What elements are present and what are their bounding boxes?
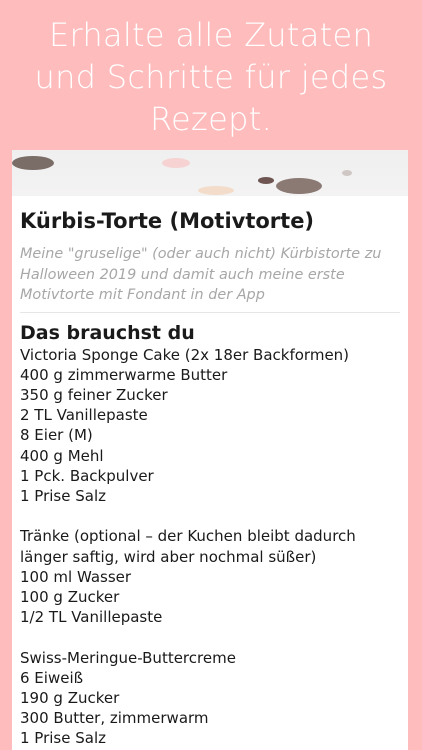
ingredient-line: Swiss-Meringue-Buttercreme	[20, 648, 236, 667]
promo-headline-line-3: Rezept.	[149, 100, 273, 138]
recipe-content: Kürbis-Torte (Motivtorte) Meine "gruseli…	[12, 206, 408, 749]
ingredient-line: 300 Butter, zimmerwarm	[20, 709, 209, 728]
ingredient-spacer	[20, 506, 400, 526]
ingredient-spacer	[20, 627, 400, 647]
recipe-hero-image	[12, 150, 408, 196]
ingredients-heading: Das brauchst du	[20, 321, 195, 344]
hero-decoration-dot	[258, 177, 274, 184]
divider	[20, 311, 400, 313]
promo-headline-line-2: und Schritte für jedes	[34, 58, 388, 96]
hero-decoration-sprinkle	[198, 186, 234, 195]
description-line: Meine "gruselige" (oder auch nicht) Kürb…	[20, 246, 382, 262]
ingredient-line: 400 g zimmerwarme Butter	[20, 365, 228, 384]
promo-headline-line-1: Erhalte alle Zutaten	[48, 16, 374, 54]
hero-decoration-sprinkle	[162, 158, 190, 168]
ingredient-line: 1 Pck. Backpulver	[20, 466, 154, 485]
ingredient-line: 1 Prise Salz	[20, 486, 106, 505]
ingredient-line: 350 g feiner Zucker	[20, 385, 168, 404]
ingredient-line: 190 g Zucker	[20, 688, 120, 707]
recipe-title: Kürbis-Torte (Motivtorte)	[20, 209, 315, 233]
recipe-card[interactable]: Kürbis-Torte (Motivtorte) Meine "gruseli…	[12, 150, 408, 750]
ingredient-line: 100 g Zucker	[20, 587, 120, 606]
ingredient-line: 1 Prise Salz	[20, 729, 106, 748]
description-line: Motivtorte mit Fondant in der App	[20, 287, 265, 303]
ingredient-line: 100 ml Wasser	[20, 567, 132, 586]
description-line: Halloween 2019 und damit auch meine erst…	[20, 266, 345, 283]
ingredients-list: Victoria Sponge Cake (2x 18er Backformen…	[20, 345, 400, 749]
ingredient-line: 1/2 TL Vanillepaste	[20, 608, 163, 627]
promo-headline: Erhalte alle Zutaten und Schritte für je…	[0, 14, 422, 140]
ingredient-line: 6 Eiweiß	[20, 668, 84, 687]
ingredient-line: Tränke (optional – der Kuchen bleibt dad…	[20, 527, 356, 546]
ingredient-line: 8 Eier (M)	[20, 426, 93, 445]
hero-decoration-disc	[276, 178, 322, 194]
ingredient-line: länger saftig, wird aber nochmal süßer)	[20, 547, 317, 566]
ingredient-line: 2 TL Vanillepaste	[20, 406, 148, 425]
ingredient-line: 400 g Mehl	[20, 446, 104, 465]
recipe-description: Meine "gruselige" (oder auch nicht) Kürb…	[20, 244, 400, 306]
hero-decoration-disc	[12, 156, 54, 170]
ingredient-line: Victoria Sponge Cake (2x 18er Backformen…	[20, 345, 350, 364]
hero-decoration-dot	[342, 170, 352, 176]
